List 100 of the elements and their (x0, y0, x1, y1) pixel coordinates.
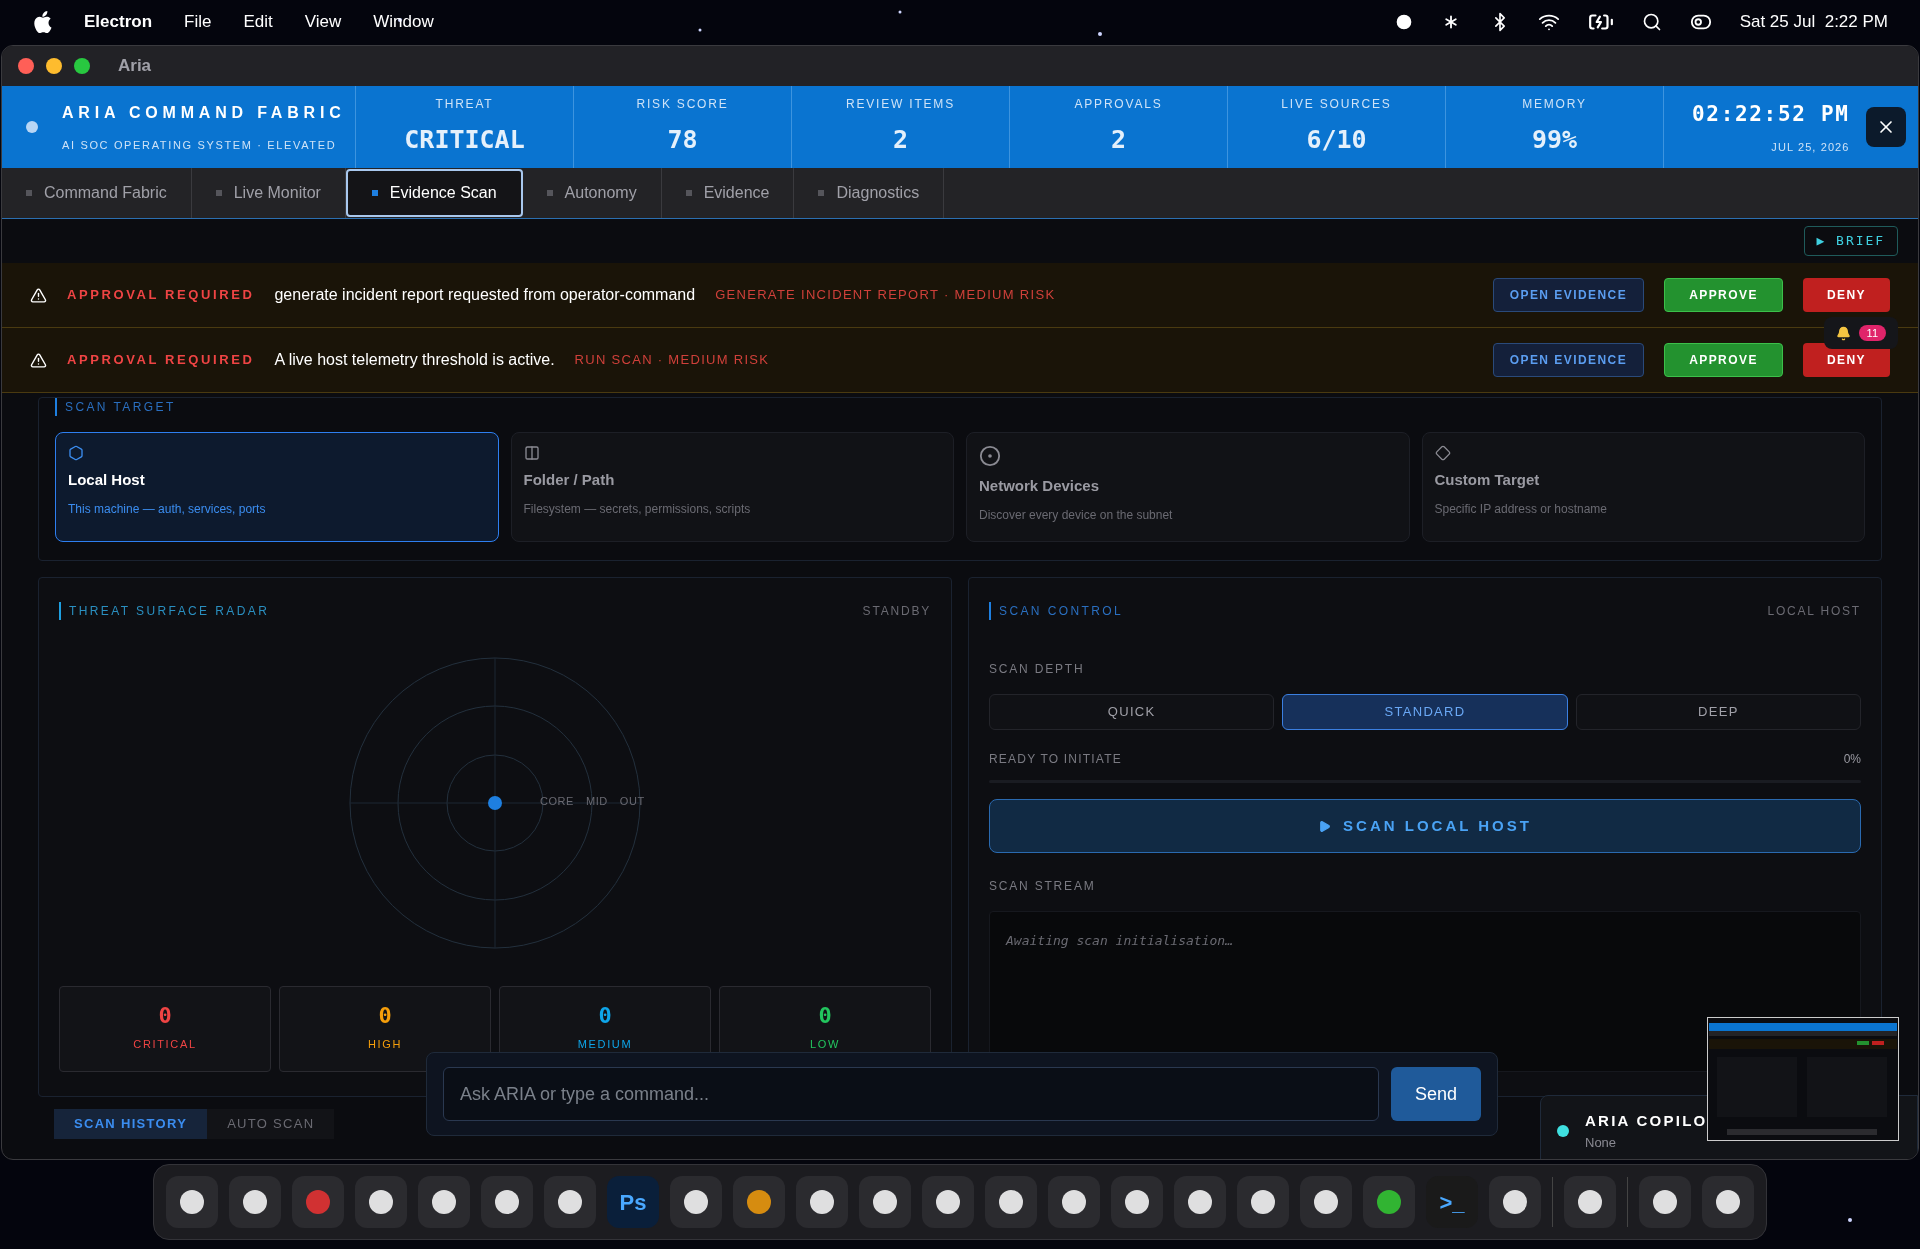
app-icon[interactable] (481, 1176, 533, 1228)
app-icon[interactable] (1363, 1176, 1415, 1228)
app-icon[interactable] (733, 1176, 785, 1228)
stat-label: APPROVALS (1074, 96, 1163, 114)
clock-time: 02:22:52 PM (1692, 101, 1850, 128)
target-description: Discover every device on the subnet (979, 506, 1174, 524)
open-evidence-button[interactable]: OPEN EVIDENCE (1492, 278, 1645, 312)
app-icon[interactable] (1300, 1176, 1352, 1228)
open-evidence-button[interactable]: OPEN EVIDENCE (1492, 343, 1645, 377)
depth-option[interactable]: QUICK (989, 694, 1275, 730)
nav-tab[interactable]: Live Monitor (191, 168, 346, 218)
target-name: Local Host (68, 470, 146, 490)
search-icon[interactable] (1641, 11, 1662, 32)
menu-clock[interactable]: Sat 25 Jul 2:22 PM (1739, 8, 1888, 35)
app-icon[interactable] (1174, 1176, 1226, 1228)
target-card[interactable]: Local Host This machine — auth, services, ports (55, 432, 499, 542)
notification-count: 11 (1858, 324, 1886, 342)
app-icon[interactable] (1564, 1176, 1616, 1228)
app-icon[interactable] (418, 1176, 470, 1228)
target-card[interactable]: Network Devices Discover every device on the subnet (966, 432, 1410, 542)
scan-button[interactable]: SCAN LOCAL HOST (989, 799, 1861, 853)
app-icon[interactable] (355, 1176, 407, 1228)
stat-label: REVIEW ITEMS (846, 96, 955, 114)
diamond-icon (1434, 445, 1451, 461)
menu-item[interactable]: File (184, 8, 212, 35)
approve-button[interactable]: APPROVE (1664, 278, 1783, 312)
app-icon[interactable] (985, 1176, 1037, 1228)
app-icon[interactable] (1702, 1176, 1754, 1228)
app-icon[interactable]: Ps (607, 1176, 659, 1228)
target-card[interactable]: Custom Target Specific IP address or hostname (1421, 432, 1865, 542)
nav-tab[interactable]: Diagnostics (794, 168, 945, 218)
copilot-title: ARIA COPILO (1585, 1111, 1708, 1131)
stat-label: LIVE SOURCES (1281, 96, 1392, 114)
play-icon (1318, 819, 1332, 833)
send-button[interactable]: Send (1390, 1067, 1481, 1121)
depth-option[interactable]: STANDARD (1282, 694, 1568, 730)
scan-target-label: LOCAL HOST (1767, 603, 1861, 620)
app-icon[interactable] (922, 1176, 974, 1228)
severity-label: CRITICAL (133, 1037, 197, 1052)
progress-label: READY TO INITIATE (989, 751, 1122, 768)
app-icon[interactable] (1639, 1176, 1691, 1228)
target-description: Specific IP address or hostname (1434, 500, 1609, 518)
target-description: Filesystem — secrets, permissions, scripts (523, 500, 752, 518)
severity-label: LOW (810, 1037, 840, 1052)
app-icon[interactable] (1237, 1176, 1289, 1228)
severity-count: 0 (598, 1002, 612, 1030)
app-icon[interactable]: >_ (1426, 1176, 1478, 1228)
ring-label: MID (586, 794, 608, 809)
section-title: SCAN TARGET (55, 398, 1865, 416)
app-menu[interactable]: Electron (84, 8, 153, 35)
severity-label: HIGH (367, 1037, 403, 1052)
approval-label: APPROVAL REQUIRED (67, 286, 255, 305)
zoom-window-button[interactable] (74, 58, 90, 74)
apple-logo-icon[interactable] (32, 10, 52, 33)
minimize-window-button[interactable] (46, 58, 62, 74)
close-button[interactable] (1865, 107, 1906, 147)
depth-option[interactable]: DEEP (1575, 694, 1861, 730)
app-icon[interactable] (859, 1176, 911, 1228)
stat-value: 78 (667, 124, 698, 157)
notification-badge[interactable]: 11 (1823, 317, 1898, 349)
app-icon[interactable] (229, 1176, 281, 1228)
menu-item[interactable]: Edit (243, 8, 273, 35)
nav-tab[interactable]: Evidence Scan (345, 169, 523, 217)
app-icon[interactable] (796, 1176, 848, 1228)
history-tab[interactable]: AUTO SCAN (207, 1109, 335, 1139)
target-description: This machine — auth, services, ports (68, 500, 267, 518)
severity-label: MEDIUM (577, 1037, 633, 1052)
app-icon[interactable] (166, 1176, 218, 1228)
approval-message: A live host telemetry threshold is active. (274, 350, 555, 370)
stat-value: 2 (1110, 124, 1127, 157)
close-window-button[interactable] (18, 58, 34, 74)
history-tab[interactable]: SCAN HISTORY (54, 1109, 208, 1139)
app-title: ARIA COMMAND FABRIC (62, 102, 346, 123)
approval-meta: RUN SCAN · MEDIUM RISK (574, 351, 770, 370)
app-icon[interactable] (670, 1176, 722, 1228)
deny-button[interactable]: DENY (1802, 278, 1890, 312)
nav-tab[interactable]: Autonomy (522, 168, 662, 218)
field-label: SCAN DEPTH (989, 661, 1086, 678)
nav-tab[interactable]: Command Fabric (2, 168, 192, 218)
record-icon[interactable] (1395, 13, 1412, 30)
stat-value: 6/10 (1306, 124, 1367, 157)
stat-value: 2 (892, 124, 909, 157)
target-card[interactable]: Folder / Path Filesystem — secrets, permissions, scripts (510, 432, 954, 542)
hexagon-icon (68, 445, 84, 461)
command-input[interactable]: Ask ARIA or type a command... (443, 1067, 1379, 1121)
stat-value: 99% (1531, 124, 1578, 157)
nav-tab[interactable]: Evidence (661, 168, 795, 218)
progress-reading: 0% (1843, 751, 1861, 768)
approval-meta: GENERATE INCIDENT REPORT · MEDIUM RISK (715, 286, 1056, 305)
menu-item[interactable]: View (304, 8, 342, 35)
approve-button[interactable]: APPROVE (1664, 343, 1783, 377)
menu-item[interactable]: Window (373, 8, 434, 35)
target-name: Network Devices (979, 476, 1101, 496)
brief-button[interactable]: ▶ BRIEF (1803, 226, 1898, 256)
app-icon[interactable] (544, 1176, 596, 1228)
app-icon[interactable] (1489, 1176, 1541, 1228)
app-icon[interactable] (1048, 1176, 1100, 1228)
radar-status: STANDBY (862, 603, 931, 620)
app-icon[interactable] (1111, 1176, 1163, 1228)
approval-message: generate incident report requested from operator-command (274, 285, 696, 305)
